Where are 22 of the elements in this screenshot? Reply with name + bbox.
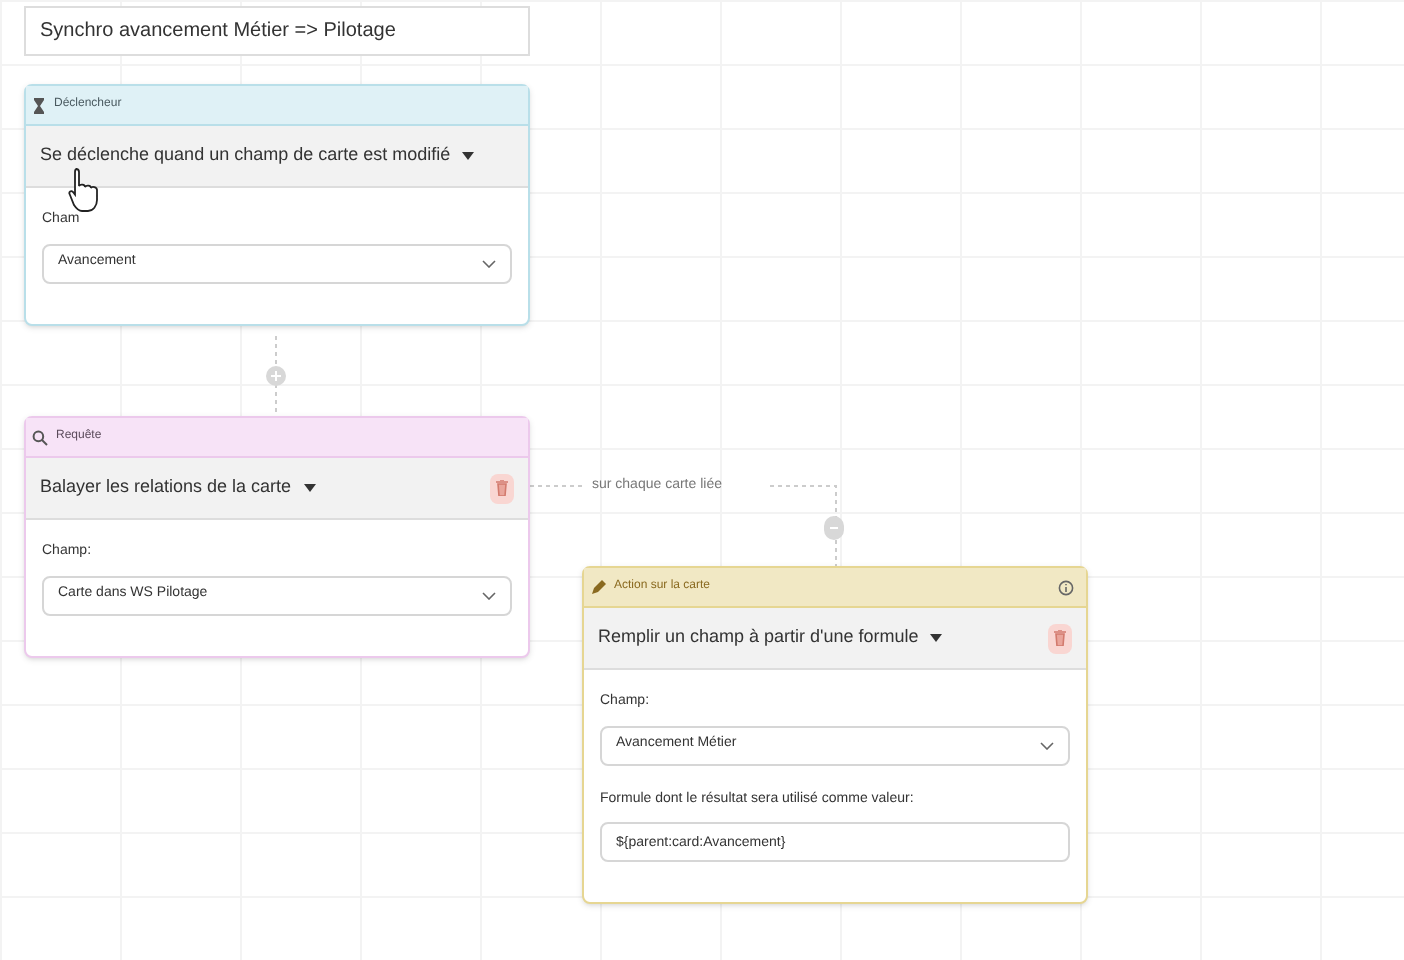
- delete-button[interactable]: [1048, 623, 1072, 653]
- event-dropdown[interactable]: Se déclenche quand un champ de carte est modifié: [40, 142, 475, 170]
- hand-cursor-icon: [68, 166, 100, 212]
- info-icon[interactable]: [1058, 579, 1074, 595]
- flow-title-field[interactable]: Synchro avancement Métier => Pilotage: [24, 6, 530, 56]
- delete-button[interactable]: [490, 473, 514, 503]
- hourglass-icon: [32, 97, 46, 113]
- caret-icon: [930, 633, 943, 643]
- connector-line: [274, 336, 278, 416]
- chevron-down-icon: [482, 591, 496, 599]
- caret-icon: [303, 483, 316, 493]
- chevron-down-icon: [482, 259, 496, 267]
- trash-icon: [496, 480, 508, 496]
- trash-icon: [1054, 630, 1066, 646]
- pencil-icon: [590, 579, 606, 595]
- add-step-icon[interactable]: [266, 366, 286, 386]
- chevron-down-icon: [1040, 741, 1054, 749]
- event-dropdown[interactable]: Balayer les relations de la carte: [40, 474, 316, 502]
- event-dropdown[interactable]: Remplir un champ à partir d'une formule: [598, 624, 943, 652]
- collapse-step-icon[interactable]: [824, 516, 844, 540]
- caret-icon: [462, 151, 475, 161]
- search-icon: [32, 429, 48, 445]
